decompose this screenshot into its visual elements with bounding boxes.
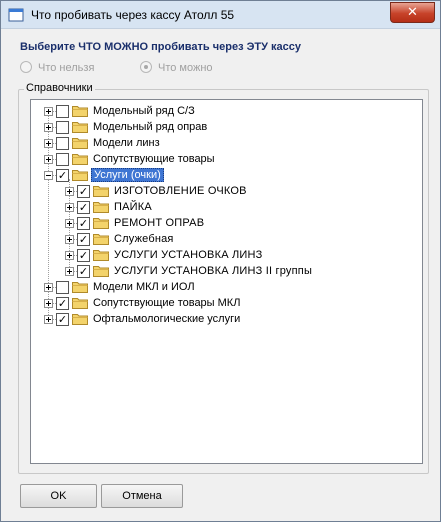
- expand-toggle-icon[interactable]: [44, 139, 53, 148]
- radio-not-allowed[interactable]: Что нельзя: [20, 61, 94, 75]
- expand-toggle-icon[interactable]: [65, 203, 74, 212]
- tree-child-node[interactable]: ✓ ПАЙКА: [31, 199, 420, 215]
- radio-circle-selected: [140, 61, 152, 73]
- tree-node-label: Служебная: [114, 233, 174, 245]
- node-checkbox[interactable]: [56, 281, 69, 294]
- radio-circle: [20, 61, 32, 73]
- tree-node-label: Сопутствующие товары: [93, 153, 215, 165]
- folder-icon: [93, 186, 109, 197]
- folder-icon: [72, 170, 88, 181]
- folder-icon: [72, 138, 88, 149]
- folder-icon: [93, 250, 109, 261]
- tree-node[interactable]: ✓ Услуги (очки): [31, 167, 420, 183]
- radio-not-allowed-label: Что нельзя: [38, 62, 95, 74]
- folder-icon: [72, 314, 88, 325]
- node-checkbox[interactable]: ✓: [77, 217, 90, 230]
- window-app-icon: [8, 8, 24, 22]
- expand-toggle-icon[interactable]: [44, 107, 53, 116]
- expand-toggle-icon[interactable]: [44, 155, 53, 164]
- folder-icon: [93, 218, 109, 229]
- cancel-button[interactable]: Отмена: [101, 484, 183, 508]
- tree-child-node[interactable]: ✓ УСЛУГИ УСТАНОВКА ЛИНЗ: [31, 247, 420, 263]
- instruction-heading: Выберите ЧТО МОЖНО пробивать через ЭТУ к…: [20, 41, 302, 53]
- node-checkbox[interactable]: ✓: [77, 201, 90, 214]
- folder-icon: [72, 122, 88, 133]
- node-checkbox[interactable]: [56, 153, 69, 166]
- node-checkbox[interactable]: [56, 105, 69, 118]
- expand-toggle-icon[interactable]: [65, 267, 74, 276]
- expand-toggle-icon[interactable]: [65, 235, 74, 244]
- tree-node[interactable]: ✓ Офтальмологические услуги: [31, 311, 420, 327]
- tree-node-label: ИЗГОТОВЛЕНИЕ ОЧКОВ: [114, 185, 247, 197]
- expand-toggle-icon[interactable]: [44, 299, 53, 308]
- folder-icon: [93, 202, 109, 213]
- radio-allowed-label: Что можно: [158, 62, 213, 74]
- folder-icon: [72, 282, 88, 293]
- collapse-toggle-icon[interactable]: [44, 171, 53, 180]
- folder-icon: [93, 234, 109, 245]
- tree-node-label: Модельный ряд оправ: [93, 121, 208, 133]
- expand-toggle-icon[interactable]: [65, 187, 74, 196]
- node-checkbox[interactable]: ✓: [56, 313, 69, 326]
- node-checkbox[interactable]: ✓: [77, 249, 90, 262]
- node-checkbox[interactable]: ✓: [56, 297, 69, 310]
- expand-toggle-icon[interactable]: [65, 251, 74, 260]
- tree-node-label: Модельный ряд С/З: [93, 105, 195, 117]
- node-checkbox[interactable]: ✓: [77, 185, 90, 198]
- reference-tree[interactable]: Модельный ряд С/З Модельный ряд оправ Моде…: [30, 99, 423, 464]
- radio-allowed[interactable]: Что можно: [140, 61, 213, 75]
- node-checkbox[interactable]: ✓: [77, 233, 90, 246]
- folder-icon: [72, 106, 88, 117]
- tree-node-label: РЕМОНТ ОПРАВ: [114, 217, 205, 229]
- node-checkbox[interactable]: ✓: [56, 169, 69, 182]
- tree-node[interactable]: Сопутствующие товары: [31, 151, 420, 167]
- expand-toggle-icon[interactable]: [65, 219, 74, 228]
- tree-node-label: Сопутствующие товары МКЛ: [93, 297, 241, 309]
- window-title: Что пробивать через кассу Атолл 55: [31, 8, 235, 22]
- tree-child-node[interactable]: ✓ ИЗГОТОВЛЕНИЕ ОЧКОВ: [31, 183, 420, 199]
- tree-child-node[interactable]: ✓ РЕМОНТ ОПРАВ: [31, 215, 420, 231]
- tree-node[interactable]: Модели линз: [31, 135, 420, 151]
- tree-node[interactable]: Модельный ряд С/З: [31, 103, 420, 119]
- close-button[interactable]: ✕: [390, 2, 435, 23]
- tree-node-label: ПАЙКА: [114, 201, 152, 213]
- tree-node[interactable]: ✓ Сопутствующие товары МКЛ: [31, 295, 420, 311]
- tree-node[interactable]: Модельный ряд оправ: [31, 119, 420, 135]
- expand-toggle-icon[interactable]: [44, 315, 53, 324]
- dialog-body: Выберите ЧТО МОЖНО пробивать через ЭТУ к…: [7, 29, 434, 515]
- title-bar[interactable]: Что пробивать через кассу Атолл 55 ✕: [1, 1, 440, 29]
- tree-node-label: УСЛУГИ УСТАНОВКА ЛИНЗ II группы: [114, 265, 313, 277]
- node-checkbox[interactable]: [56, 137, 69, 150]
- node-checkbox[interactable]: ✓: [77, 265, 90, 278]
- ok-button[interactable]: OK: [20, 484, 97, 508]
- tree-node-label: Услуги (очки): [91, 168, 164, 182]
- tree-node[interactable]: Модели МКЛ и ИОЛ: [31, 279, 420, 295]
- tree-node-label: Модели линз: [93, 137, 160, 149]
- dialog-window: Что пробивать через кассу Атолл 55 ✕ Выб…: [0, 0, 441, 522]
- tree-node-label: Офтальмологические услуги: [93, 313, 241, 325]
- expand-toggle-icon[interactable]: [44, 283, 53, 292]
- tree-child-node[interactable]: ✓ УСЛУГИ УСТАНОВКА ЛИНЗ II группы: [31, 263, 420, 279]
- expand-toggle-icon[interactable]: [44, 123, 53, 132]
- folder-icon: [72, 154, 88, 165]
- groupbox-label: Справочники: [24, 82, 95, 94]
- tree-child-node[interactable]: ✓ Служебная: [31, 231, 420, 247]
- tree-node-label: УСЛУГИ УСТАНОВКА ЛИНЗ: [114, 249, 263, 261]
- node-checkbox[interactable]: [56, 121, 69, 134]
- tree-node-label: Модели МКЛ и ИОЛ: [93, 281, 195, 293]
- folder-icon: [72, 298, 88, 309]
- folder-icon: [93, 266, 109, 277]
